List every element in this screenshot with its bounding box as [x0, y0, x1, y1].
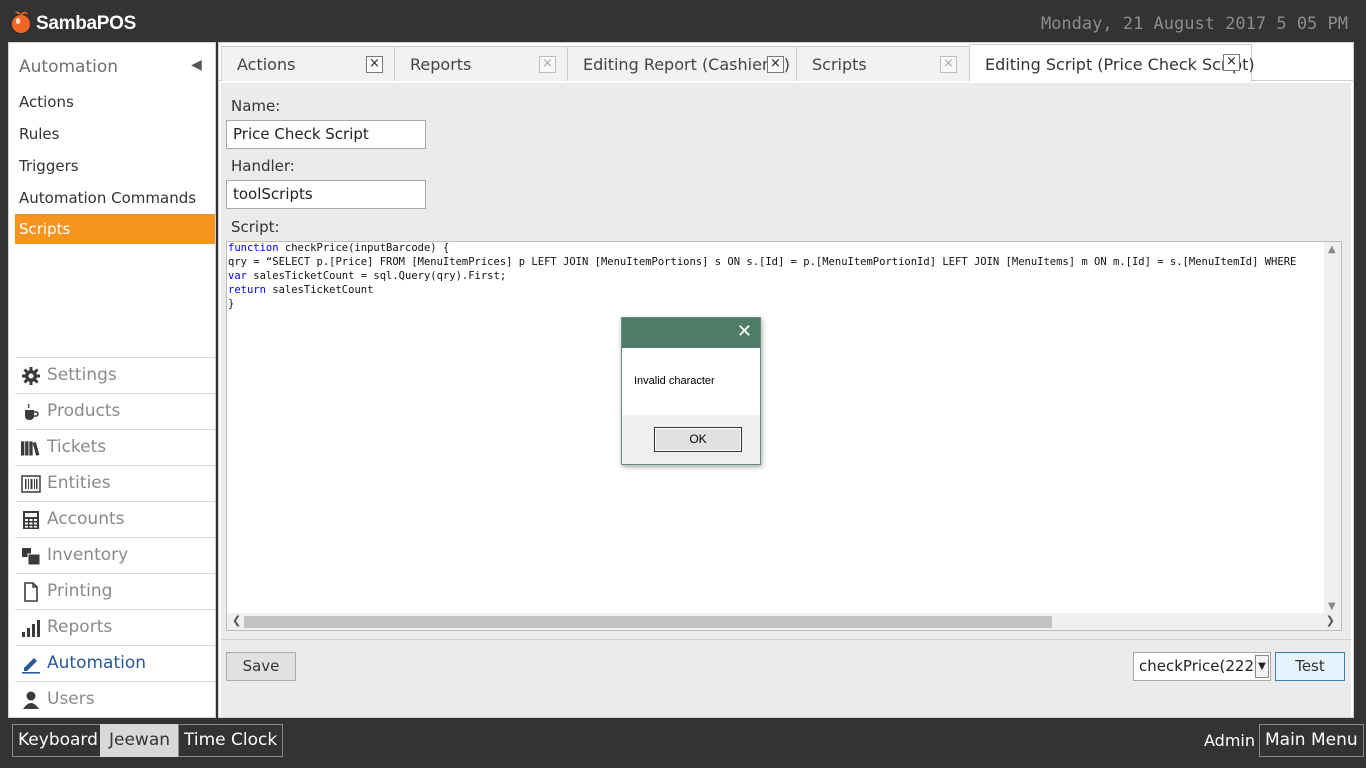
sidebar-header: Automation ◀ [9, 51, 215, 81]
dialog-message: Invalid character [634, 375, 715, 387]
close-icon[interactable]: × [1223, 54, 1240, 71]
keyboard-button[interactable]: Keyboard [12, 724, 104, 757]
close-icon[interactable]: × [940, 56, 957, 73]
sidebar-subitem-automation-commands[interactable]: Automation Commands [15, 183, 215, 213]
tab-label: Reports [410, 55, 472, 74]
nav-item-reports[interactable]: Reports [15, 609, 215, 645]
scroll-up-icon[interactable]: ▲ [1328, 244, 1336, 255]
tab-editing-report[interactable]: Editing Report (Cashier 1) × [567, 46, 797, 81]
tab-actions[interactable]: Actions × [221, 46, 395, 81]
name-label: Name: [231, 97, 281, 115]
handler-field[interactable]: toolScripts [226, 180, 426, 209]
nav-item-automation[interactable]: Automation [15, 645, 215, 681]
dialog-titlebar: ✕ [622, 318, 760, 348]
user-icon [23, 691, 39, 709]
close-icon[interactable]: ✕ [737, 321, 752, 342]
dialog-footer: OK [622, 415, 760, 464]
sidebar-subitem-rules[interactable]: Rules [15, 119, 215, 149]
scroll-left-icon[interactable]: ❮ [232, 614, 241, 627]
chevron-left-icon[interactable]: ◀ [191, 57, 202, 73]
test-parameter-value: checkPrice(222) [1139, 657, 1260, 675]
chevron-down-icon[interactable]: ▼ [1255, 655, 1269, 678]
main-menu-button[interactable]: Main Menu [1259, 724, 1364, 757]
nav-item-inventory[interactable]: Inventory [15, 537, 215, 573]
samba-logo-icon [12, 11, 30, 33]
scroll-right-icon[interactable]: ❯ [1326, 614, 1335, 627]
name-field[interactable]: Price Check Script [226, 120, 426, 149]
app-title: SambaPOS [36, 13, 137, 34]
nav-item-settings[interactable]: Settings [15, 357, 215, 393]
scrollbar-thumb[interactable] [244, 616, 1052, 628]
test-button[interactable]: Test [1275, 652, 1345, 681]
nav-label-products: Products [47, 401, 121, 421]
error-dialog: ✕ Invalid character OK [621, 317, 761, 465]
sidebar-subitem-actions[interactable]: Actions [15, 87, 215, 117]
gear-icon [22, 367, 40, 385]
main-panel: Actions × Reports × Editing Report (Cash… [218, 42, 1354, 718]
handler-label: Handler: [231, 157, 295, 175]
nav-item-products[interactable]: Products [15, 393, 215, 429]
script-code-editor[interactable]: function checkPrice(inputBarcode) { qry … [226, 241, 1342, 631]
close-icon[interactable]: × [767, 56, 784, 73]
tab-label: Scripts [812, 55, 867, 74]
sidebar-title: Automation [19, 57, 119, 77]
nav-item-printing[interactable]: Printing [15, 573, 215, 609]
nav-item-users[interactable]: Users [15, 681, 215, 717]
script-editor-form: Name: Price Check Script Handler: toolSc… [221, 83, 1351, 639]
tab-label: Editing Script (Price Check Script) [985, 55, 1255, 74]
time-clock-button[interactable]: Time Clock [178, 724, 284, 757]
nav-item-entities[interactable]: Entities [15, 465, 215, 501]
barcode-icon [21, 475, 41, 493]
calculator-icon [23, 511, 39, 529]
tab-scripts[interactable]: Scripts × [796, 46, 970, 81]
nav-label-tickets: Tickets [47, 437, 107, 457]
tab-label: Editing Report (Cashier 1) [583, 55, 791, 74]
bar-chart-icon [22, 620, 40, 637]
ok-button[interactable]: OK [654, 427, 742, 452]
vertical-scrollbar[interactable]: ▲ ▼ [1324, 242, 1341, 614]
test-parameter-select[interactable]: checkPrice(222) ▼ [1133, 652, 1271, 681]
horizontal-scrollbar[interactable]: ❮ ❯ [227, 613, 1341, 630]
tab-bar: Actions × Reports × Editing Report (Cash… [219, 43, 1353, 82]
tab-reports[interactable]: Reports × [394, 46, 568, 81]
nav-label-settings: Settings [47, 365, 117, 385]
scroll-down-icon[interactable]: ▼ [1328, 601, 1336, 612]
nav-label-users: Users [47, 689, 95, 709]
user-button[interactable]: Jeewan [100, 724, 180, 757]
coffee-cup-icon [25, 403, 39, 420]
books-icon [21, 441, 40, 456]
editor-footer: Save checkPrice(222) ▼ Test [221, 639, 1351, 717]
nav-item-accounts[interactable]: Accounts [15, 501, 215, 537]
close-icon[interactable]: × [539, 56, 556, 73]
nav-label-accounts: Accounts [47, 509, 125, 529]
tab-label: Actions [237, 55, 296, 74]
nav-label-printing: Printing [47, 581, 113, 601]
script-label: Script: [231, 218, 280, 236]
bottom-bar: Keyboard Jeewan Time Clock Admin Main Me… [0, 720, 1366, 768]
sidebar: Automation ◀ Actions Rules Triggers Auto… [8, 42, 216, 718]
code-line: qry = “SELECT p.[Price] FROM [MenuItemPr… [228, 256, 1297, 268]
nav-label-inventory: Inventory [47, 545, 129, 565]
current-user-label: Admin [1204, 731, 1255, 750]
boxes-icon [22, 548, 41, 566]
code-line: return salesTicketCount [228, 284, 374, 296]
sidebar-subitem-triggers[interactable]: Triggers [15, 151, 215, 181]
sidebar-subitem-scripts[interactable]: Scripts [15, 214, 215, 244]
nav-label-entities: Entities [47, 473, 111, 493]
title-bar: SambaPOS Monday, 21 August 2017 5 05 PM [0, 0, 1366, 42]
code-line: var salesTicketCount = sql.Query(qry).Fi… [228, 270, 507, 282]
nav-label-reports: Reports [47, 617, 113, 637]
pencil-icon [22, 658, 40, 674]
close-icon[interactable]: × [366, 56, 383, 73]
dialog-body: Invalid character [622, 348, 760, 415]
datetime-display: Monday, 21 August 2017 5 05 PM [1040, 14, 1348, 34]
save-button[interactable]: Save [226, 652, 296, 681]
code-line: function checkPrice(inputBarcode) { [228, 242, 450, 254]
code-line: } [228, 298, 235, 310]
tab-editing-script[interactable]: Editing Script (Price Check Script) × [969, 44, 1255, 82]
nav-item-tickets[interactable]: Tickets [15, 429, 215, 465]
nav-label-automation: Automation [47, 653, 147, 673]
document-icon [24, 582, 38, 602]
